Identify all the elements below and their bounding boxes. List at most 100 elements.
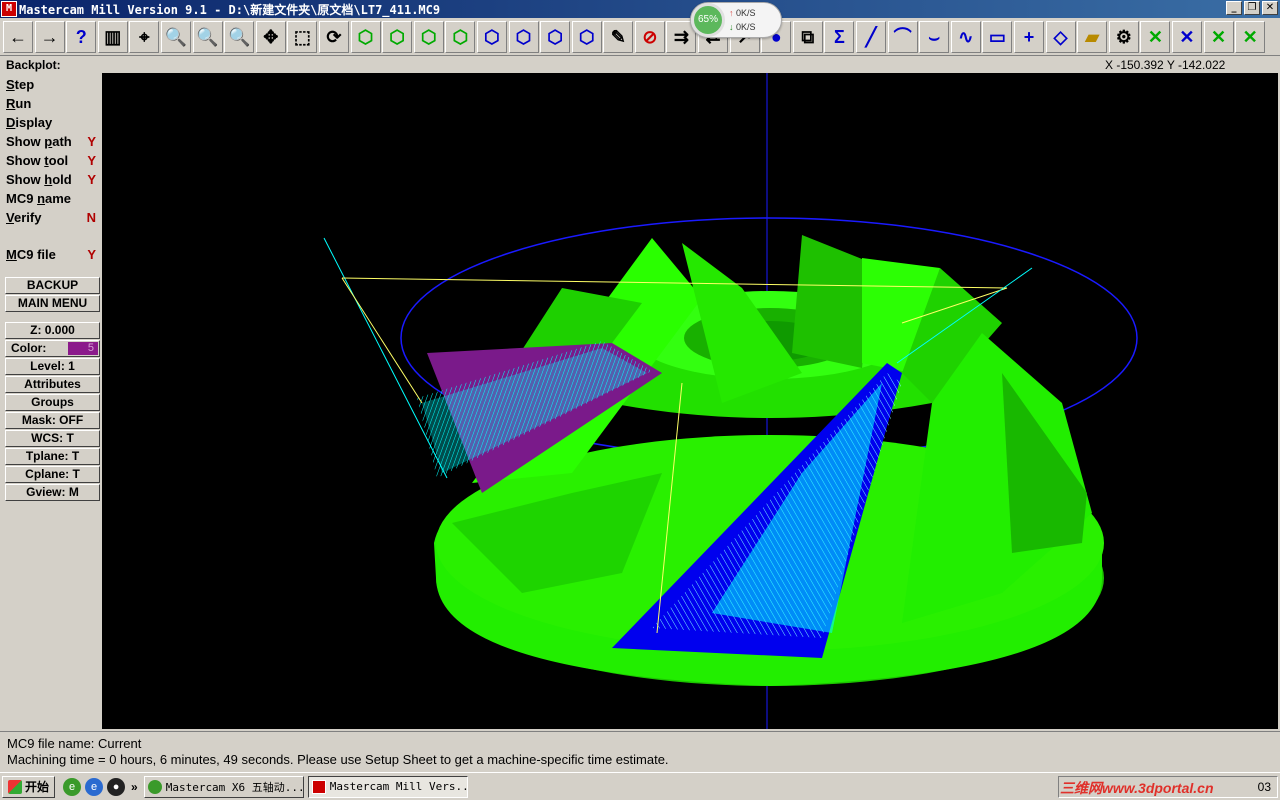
quick-launch-overflow[interactable]: » bbox=[131, 780, 138, 794]
toolbar-rectangle-button[interactable]: ▭ bbox=[982, 20, 1013, 53]
gview-button[interactable]: Gview: M bbox=[5, 484, 100, 501]
start-label: 开始 bbox=[25, 780, 50, 794]
backup-button[interactable]: BACKUP bbox=[5, 277, 100, 294]
groups-button[interactable]: Groups bbox=[5, 394, 100, 411]
browser-icon[interactable]: e bbox=[85, 777, 104, 796]
start-button[interactable]: 开始 bbox=[2, 775, 56, 798]
toolbar-help-button[interactable]: ? bbox=[66, 20, 97, 53]
tool-axis-line-1 bbox=[323, 237, 448, 479]
toolbar-rotate-button[interactable]: ⟳ bbox=[318, 20, 349, 53]
toolbar-spline-button[interactable]: ∿ bbox=[950, 20, 981, 53]
trim-4-icon: ✕ bbox=[1242, 26, 1258, 47]
toolbar-fillet-button[interactable]: ⌣ bbox=[919, 20, 950, 53]
graphics-viewport[interactable] bbox=[102, 73, 1278, 729]
toolbar-trim-1-button[interactable]: ✕ bbox=[1140, 20, 1171, 53]
toolbar-edit-button[interactable]: ✎ bbox=[603, 20, 634, 53]
toolbar-trim-4-button[interactable]: ✕ bbox=[1235, 20, 1266, 53]
z-depth-button[interactable]: Z: 0.000 bbox=[5, 322, 100, 339]
qq-icon[interactable]: ● bbox=[107, 777, 126, 796]
select-icon: ⬚ bbox=[293, 26, 311, 47]
app-icon[interactable]: M bbox=[1, 1, 17, 17]
toolbar-cplane-side-button[interactable]: ⬡ bbox=[540, 20, 571, 53]
toolbar-view-side-button[interactable]: ⬡ bbox=[413, 20, 444, 53]
taskbar-item-mastercam-mill[interactable]: Mastercam Mill Vers... bbox=[307, 775, 468, 798]
toolbar-view-top-button[interactable]: ⬡ bbox=[350, 20, 381, 53]
sum-icon: Σ bbox=[834, 26, 845, 47]
toolbar-surface-button[interactable]: ◇ bbox=[1045, 20, 1076, 53]
toolbar-point-button[interactable]: + bbox=[1014, 20, 1044, 53]
toolbar-arc-button[interactable]: ⌒ bbox=[887, 20, 918, 53]
toolbar-pan-button[interactable]: ✥ bbox=[255, 20, 286, 53]
title-bar[interactable]: M Mastercam Mill Version 9.1 - D:\新建文件夹\… bbox=[0, 0, 1280, 18]
back-icon: ← bbox=[9, 26, 27, 47]
menu-item-run[interactable]: Run bbox=[6, 96, 100, 114]
menu-item-mc9-file[interactable]: MC9 file Y bbox=[6, 247, 100, 265]
color-button[interactable]: Color: 5 bbox=[5, 340, 100, 357]
cplane-button[interactable]: Cplane: T bbox=[5, 466, 100, 483]
zoom-window-icon: 🔍 bbox=[164, 26, 188, 47]
toolbar-toolpath-button[interactable]: ⚙ bbox=[1108, 20, 1139, 53]
level-button[interactable]: Level: 1 bbox=[5, 358, 100, 375]
toolbar-cplane-3d-button[interactable]: ⬡ bbox=[571, 20, 602, 53]
toolbar-cplane-front-button[interactable]: ⬡ bbox=[508, 20, 539, 53]
toolbar-trim-3-button[interactable]: ✕ bbox=[1203, 20, 1234, 53]
menu-item-show-hold[interactable]: Show hold Y bbox=[6, 172, 100, 190]
quick-launch: e e ● bbox=[63, 777, 126, 796]
toolbar-analyze-button[interactable]: ⌖ bbox=[129, 20, 160, 53]
tray-clock[interactable]: 03 bbox=[1258, 780, 1271, 794]
toolbar-cplane-top-button[interactable]: ⬡ bbox=[476, 20, 507, 53]
upload-rate: 0K/S bbox=[736, 8, 756, 18]
guide-line-left bbox=[341, 277, 423, 404]
mastercam-icon bbox=[311, 779, 326, 794]
prompt-file-name: MC9 file name: Current bbox=[7, 736, 142, 751]
toolbar-tool-manager-button[interactable]: ▥ bbox=[97, 20, 128, 53]
line-icon: ╱ bbox=[865, 26, 877, 47]
delete-icon: ⊘ bbox=[642, 26, 658, 47]
verify-flag: N bbox=[86, 210, 96, 225]
analyze-icon: ⌖ bbox=[139, 26, 150, 47]
menu-item-mc9-name[interactable]: MC9 name bbox=[6, 191, 100, 209]
ie-icon[interactable]: e bbox=[63, 777, 82, 796]
wcs-button[interactable]: WCS: T bbox=[5, 430, 100, 447]
minimize-button[interactable]: _ bbox=[1226, 1, 1242, 15]
toolbar-view-front-button[interactable]: ⬡ bbox=[382, 20, 413, 53]
toolbar-forward-button[interactable]: → bbox=[34, 20, 65, 53]
close-button[interactable]: ✕ bbox=[1262, 1, 1278, 15]
help-icon: ? bbox=[75, 26, 87, 47]
toolbar-view-iso-button[interactable]: ⬡ bbox=[445, 20, 476, 53]
main-menu-button[interactable]: MAIN MENU bbox=[5, 295, 100, 312]
toolbar-zoom-window-button[interactable]: 🔍 bbox=[160, 20, 191, 53]
toolbar-sum-button[interactable]: Σ bbox=[824, 20, 855, 53]
restore-button[interactable]: ❐ bbox=[1244, 1, 1260, 15]
forward-icon: → bbox=[40, 26, 59, 47]
toolpath-icon: ⚙ bbox=[1115, 26, 1132, 47]
network-monitor-widget[interactable]: 65% ↑ 0K/S ↓ 0K/S bbox=[690, 2, 782, 38]
group-icon: ⧉ bbox=[801, 26, 815, 47]
toolbar-line-button[interactable]: ╱ bbox=[856, 20, 887, 53]
toolbar-back-button[interactable]: ← bbox=[3, 20, 33, 53]
mask-button[interactable]: Mask: OFF bbox=[5, 412, 100, 429]
toolbar-unzoom-button[interactable]: 🔍 bbox=[192, 20, 223, 53]
menu-item-show-tool[interactable]: Show tool Y bbox=[6, 153, 100, 171]
toolbar-zoom-auto-button[interactable]: 🔍 bbox=[224, 20, 255, 53]
site-watermark: 三维网www.3dportal.cn bbox=[1060, 780, 1214, 796]
toolbar-select-button[interactable]: ⬚ bbox=[287, 20, 318, 53]
window-title: Mastercam Mill Version 9.1 - D:\新建文件夹\原文… bbox=[19, 2, 441, 17]
taskbar-item-mastercam-x6[interactable]: Mastercam X6 五轴动... bbox=[143, 775, 304, 798]
toolbar-delete-button[interactable]: ⊘ bbox=[634, 20, 665, 53]
menu-item-display[interactable]: Display bbox=[6, 115, 100, 133]
cplane-side-icon: ⬡ bbox=[547, 26, 563, 47]
menu-item-verify[interactable]: Verify N bbox=[6, 210, 100, 228]
prompt-machining-time: Machining time = 0 hours, 6 minutes, 49 … bbox=[7, 752, 669, 767]
toolbar-group-button[interactable]: ⧉ bbox=[792, 20, 823, 53]
menu-item-show-path[interactable]: Show path Y bbox=[6, 134, 100, 152]
windows-logo-icon bbox=[8, 779, 22, 794]
rectangle-icon: ▭ bbox=[988, 26, 1006, 47]
toolbar-solid-button[interactable]: ▰ bbox=[1077, 20, 1108, 53]
arc-icon: ⌒ bbox=[893, 26, 912, 47]
toolbar-trim-2-button[interactable]: ✕ bbox=[1171, 20, 1202, 53]
menu-item-step[interactable]: Step bbox=[6, 77, 100, 95]
tplane-button[interactable]: Tplane: T bbox=[5, 448, 100, 465]
attributes-button[interactable]: Attributes bbox=[5, 376, 100, 393]
view-iso-icon: ⬡ bbox=[452, 26, 469, 47]
